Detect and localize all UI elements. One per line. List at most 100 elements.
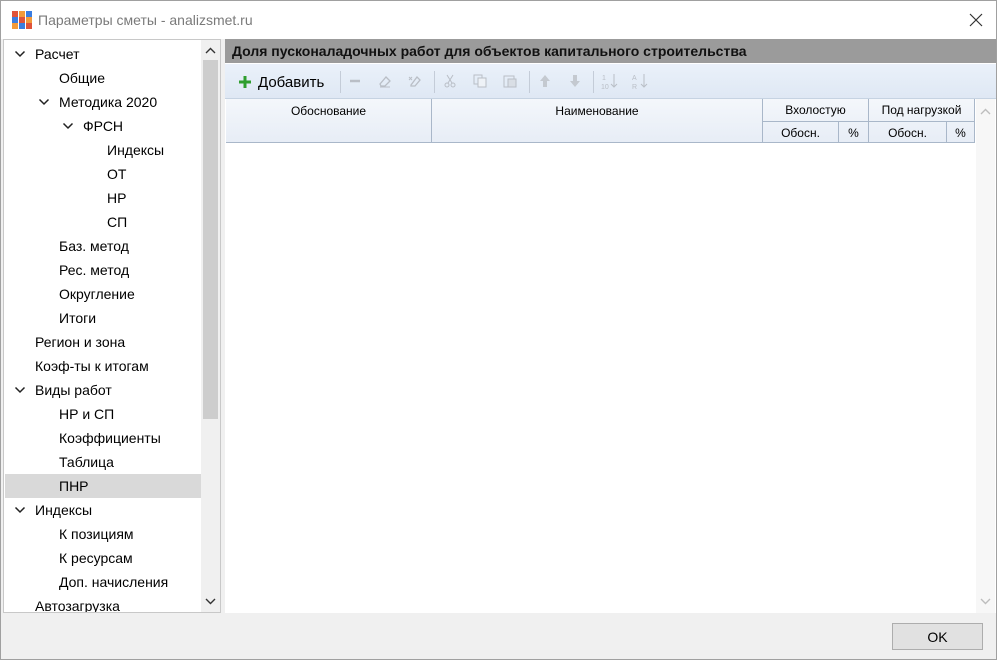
tree-item[interactable]: Доп. начисления <box>5 570 201 594</box>
move-down-icon[interactable] <box>566 72 584 90</box>
close-button[interactable] <box>956 7 996 33</box>
column-group-load: Под нагрузкой <box>869 99 975 121</box>
tree-item-label: Доп. начисления <box>59 574 169 590</box>
chevron-down-icon[interactable] <box>14 385 26 395</box>
scroll-up-icon[interactable] <box>205 46 216 56</box>
tree-item-label: ПНР <box>59 478 89 494</box>
tree-item-label: Автозагрузка <box>35 598 120 613</box>
tree-item-label: Регион и зона <box>35 334 126 350</box>
tree-item-label: Таблица <box>59 454 114 470</box>
tree-item[interactable]: Индексы <box>5 138 201 162</box>
clear-icon[interactable] <box>406 72 424 90</box>
tree-item[interactable]: Виды работ <box>5 378 201 402</box>
tree-item-label: К позициям <box>59 526 134 542</box>
chevron-down-icon[interactable] <box>14 505 26 515</box>
tree-item[interactable]: Коэффициенты <box>5 426 201 450</box>
column-header-basis-load[interactable]: Обосн. <box>869 122 947 143</box>
tree-item-label: Виды работ <box>35 382 112 398</box>
toolbar-separator <box>593 71 594 93</box>
section-title: Доля пусконаладочных работ для объектов … <box>225 39 996 63</box>
app-icon <box>12 11 32 29</box>
grid-body[interactable] <box>226 144 974 613</box>
plus-icon <box>239 76 251 88</box>
svg-text:R: R <box>632 84 637 90</box>
tree-item-label: Расчет <box>35 46 80 62</box>
tree-item[interactable]: Регион и зона <box>5 330 201 354</box>
tree-item-label: НР и СП <box>59 406 115 422</box>
tree-item-label: Баз. метод <box>59 238 129 254</box>
settings-tree: Расчет Общие Методика 2020 ФРСН Индексы ОТ НР С… <box>3 39 221 613</box>
tree-item-label: Коэффициенты <box>59 430 161 446</box>
tree-item[interactable]: ОТ <box>5 162 201 186</box>
sort-numeric-icon[interactable]: 1 10 <box>601 72 619 90</box>
tree-item[interactable]: К позициям <box>5 522 201 546</box>
toolbar: Добавить 1 10 A R <box>225 64 996 99</box>
tree-item[interactable]: Рес. метод <box>5 258 201 282</box>
grid-header: Обоснование Наименование Вхолостую Под н… <box>226 99 975 143</box>
add-button[interactable]: Добавить <box>230 68 330 96</box>
tree-item[interactable]: Индексы <box>5 498 201 522</box>
scroll-down-icon[interactable] <box>205 596 216 606</box>
column-header-percent-load[interactable]: % <box>947 122 975 143</box>
tree-item-label: Округление <box>59 286 135 302</box>
tree-scrollbar[interactable] <box>201 40 220 612</box>
tree-item[interactable]: Итоги <box>5 306 201 330</box>
svg-text:1: 1 <box>602 75 606 82</box>
column-header-basis[interactable]: Обоснование <box>226 99 432 143</box>
column-header-name[interactable]: Наименование <box>432 99 763 143</box>
tree-item[interactable]: К ресурсам <box>5 546 201 570</box>
chevron-down-icon[interactable] <box>14 49 26 59</box>
tree-item[interactable]: НР <box>5 186 201 210</box>
tree-item[interactable]: Автозагрузка <box>5 594 201 613</box>
dialog-window: Параметры сметы - analizsmet.ru Расчет Об… <box>0 0 997 660</box>
grid-scrollbar[interactable] <box>976 99 995 613</box>
svg-text:10: 10 <box>601 84 609 90</box>
window-title: Параметры сметы - analizsmet.ru <box>38 12 253 28</box>
scroll-down-icon[interactable] <box>980 596 991 606</box>
tree-item[interactable]: Коэф-ты к итогам <box>5 354 201 378</box>
tree-item[interactable]: ФРСН <box>5 114 201 138</box>
column-header-basis-idle[interactable]: Обосн. <box>763 122 839 143</box>
tree-item[interactable]: Баз. метод <box>5 234 201 258</box>
move-up-icon[interactable] <box>536 72 554 90</box>
tree-item-label: СП <box>107 214 128 230</box>
tree-item-label: Коэф-ты к итогам <box>35 358 149 374</box>
tree-item[interactable]: Методика 2020 <box>5 90 201 114</box>
chevron-down-icon[interactable] <box>38 97 50 107</box>
tree-item-label: ОТ <box>107 166 127 182</box>
chevron-down-icon[interactable] <box>62 121 74 131</box>
column-group-idle: Вхолостую <box>763 99 869 121</box>
tree-item[interactable]: Общие <box>5 66 201 90</box>
tree-item[interactable]: СП <box>5 210 201 234</box>
toolbar-separator <box>529 71 530 93</box>
column-header-percent-idle[interactable]: % <box>839 122 869 143</box>
tree-item[interactable]: Округление <box>5 282 201 306</box>
paste-icon[interactable] <box>501 72 519 90</box>
tree-item[interactable]: ПНР <box>5 474 201 498</box>
title-bar: Параметры сметы - analizsmet.ru <box>1 1 996 39</box>
tree-scroll-thumb[interactable] <box>203 60 218 419</box>
toolbar-separator <box>340 71 341 93</box>
tree-item-label: Общие <box>59 70 106 86</box>
tree-item[interactable]: Таблица <box>5 450 201 474</box>
close-icon <box>969 13 983 27</box>
copy-icon[interactable] <box>471 72 489 90</box>
cut-icon[interactable] <box>441 72 459 90</box>
svg-text:A: A <box>632 75 637 82</box>
scroll-up-icon[interactable] <box>980 107 991 117</box>
tree-item-label: Индексы <box>107 142 165 158</box>
tree-item[interactable]: Расчет <box>5 42 201 66</box>
tree-item[interactable]: НР и СП <box>5 402 201 426</box>
toolbar-separator <box>434 71 435 93</box>
tree-item-label: НР <box>107 190 127 206</box>
tree-item-label: Рес. метод <box>59 262 130 278</box>
eraser-icon[interactable] <box>376 72 394 90</box>
tree-item-label: Методика 2020 <box>59 94 158 110</box>
ok-button[interactable]: OK <box>892 623 983 650</box>
tree-item-label: ФРСН <box>83 118 124 134</box>
tree-item-label: Индексы <box>35 502 93 518</box>
content-panel: Доля пусконаладочных работ для объектов … <box>225 39 996 613</box>
add-button-label: Добавить <box>258 73 325 91</box>
remove-icon[interactable] <box>346 72 364 90</box>
sort-alpha-icon[interactable]: AR <box>631 72 649 90</box>
